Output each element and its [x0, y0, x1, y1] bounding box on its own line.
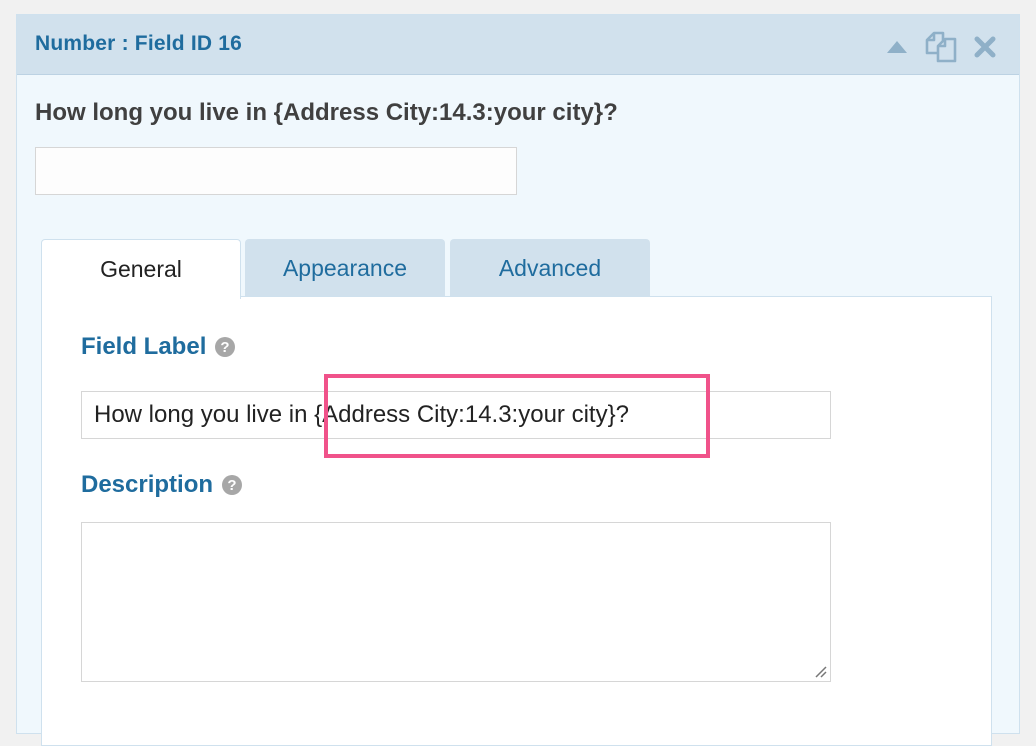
question-circle-icon[interactable]: ? [214, 336, 236, 358]
svg-text:?: ? [227, 477, 236, 494]
field-label-input[interactable]: How long you live in {Address City:14.3:… [81, 391, 831, 439]
description-textarea[interactable] [81, 522, 831, 682]
question-circle-icon[interactable]: ? [221, 474, 243, 496]
description-heading: Description ? [81, 471, 243, 499]
field-label-title: Field Label [81, 333, 207, 360]
panel-header[interactable]: Number : Field ID 16 [17, 15, 1019, 75]
field-editor-panel: Number : Field ID 16 How long you live i… [16, 14, 1020, 746]
tab-advanced[interactable]: Advanced [450, 239, 650, 297]
field-preview-label: How long you live in {Address City:14.3:… [35, 99, 618, 126]
general-tab-content: Field Label ? How long you live in {Addr… [41, 296, 992, 746]
header-actions [885, 29, 999, 65]
field-label-heading: Field Label ? [81, 333, 236, 361]
duplicate-icon[interactable] [923, 29, 959, 65]
close-icon[interactable] [971, 32, 999, 62]
tab-general[interactable]: General [41, 239, 241, 299]
resize-grip-icon[interactable] [813, 664, 827, 678]
field-preview-input[interactable] [35, 147, 517, 195]
description-title: Description [81, 471, 214, 498]
collapse-up-icon[interactable] [885, 32, 909, 62]
svg-text:?: ? [221, 339, 230, 356]
tab-appearance[interactable]: Appearance [245, 239, 445, 297]
panel-title: Number : Field ID 16 [35, 32, 243, 55]
